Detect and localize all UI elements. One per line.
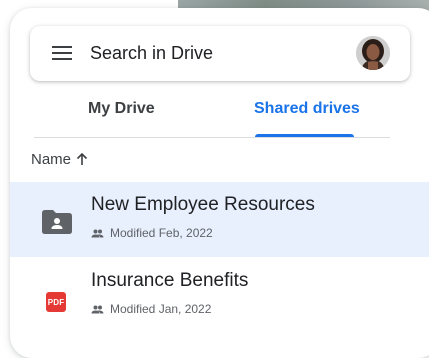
avatar[interactable] — [356, 36, 390, 70]
drive-panel: Search in Drive My Drive Shared drives N… — [10, 8, 429, 358]
shared-people-icon — [91, 305, 104, 313]
shared-people-icon — [91, 229, 104, 237]
search-bar[interactable]: Search in Drive — [30, 26, 410, 81]
modified-date: Modified Jan, 2022 — [110, 302, 212, 316]
pdf-icon: PDF — [46, 292, 66, 312]
modified-date: Modified Feb, 2022 — [110, 226, 213, 240]
file-meta: Modified Jan, 2022 — [91, 302, 211, 316]
search-input[interactable]: Search in Drive — [90, 43, 213, 64]
arrow-up-icon[interactable] — [76, 153, 88, 166]
menu-icon[interactable] — [52, 46, 72, 60]
profile-photo-icon — [356, 36, 390, 70]
list-item[interactable]: PDF Insurance Benefits Modified Jan, 202… — [10, 258, 429, 333]
tabs-divider — [34, 137, 390, 138]
sort-label: Name — [31, 151, 72, 168]
file-meta: Modified Feb, 2022 — [91, 226, 213, 240]
shared-folder-icon — [42, 210, 72, 234]
tab-my-drive[interactable]: My Drive — [88, 100, 155, 118]
list-item[interactable]: New Employee Resources Modified Feb, 202… — [10, 182, 429, 257]
tab-shared-drives[interactable]: Shared drives — [254, 100, 360, 118]
file-name: New Employee Resources — [91, 194, 315, 215]
file-name: Insurance Benefits — [91, 270, 249, 291]
sort-by-name[interactable]: Name — [31, 151, 88, 168]
